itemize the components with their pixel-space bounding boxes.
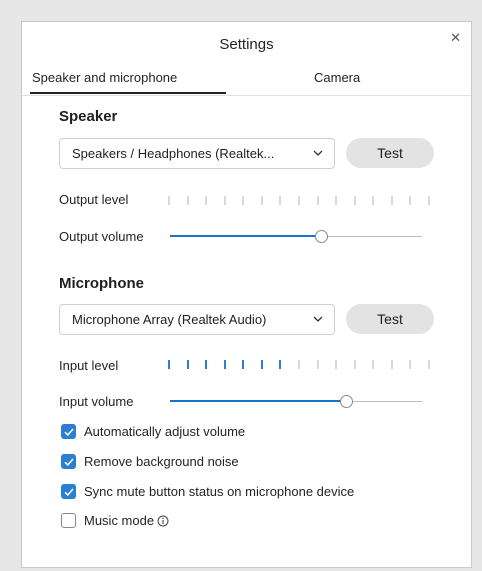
level-tick xyxy=(168,196,170,205)
settings-dialog: Settings ✕ Speaker and microphone Camera… xyxy=(21,21,472,568)
level-tick xyxy=(261,360,263,369)
checkbox-label: Remove background noise xyxy=(84,454,239,469)
level-tick xyxy=(372,360,374,369)
checkbox-label: Music mode xyxy=(84,513,169,528)
level-tick xyxy=(242,196,244,205)
checkmark-icon xyxy=(64,458,74,467)
level-tick xyxy=(409,360,411,369)
level-tick xyxy=(298,360,300,369)
level-tick xyxy=(279,196,281,205)
level-tick xyxy=(372,196,374,205)
output-volume-slider[interactable] xyxy=(170,230,422,244)
tab-speaker-and-microphone[interactable]: Speaker and microphone xyxy=(32,70,177,85)
chevron-down-icon xyxy=(313,316,323,322)
speaker-test-button[interactable]: Test xyxy=(346,138,434,168)
level-tick xyxy=(317,196,319,205)
microphone-device-select[interactable]: Microphone Array (Realtek Audio) xyxy=(59,304,335,335)
checkbox-box[interactable] xyxy=(61,424,76,439)
close-icon[interactable]: ✕ xyxy=(450,30,461,46)
level-tick xyxy=(391,196,393,205)
level-tick xyxy=(242,360,244,369)
checkbox-box[interactable] xyxy=(61,454,76,469)
level-tick xyxy=(317,360,319,369)
level-tick xyxy=(391,360,393,369)
checkbox-box[interactable] xyxy=(61,484,76,499)
level-tick xyxy=(354,360,356,369)
level-tick xyxy=(224,196,226,205)
level-tick xyxy=(224,360,226,369)
level-tick xyxy=(279,360,281,369)
input-volume-label: Input volume xyxy=(59,394,134,409)
microphone-test-button[interactable]: Test xyxy=(346,304,434,334)
tab-camera[interactable]: Camera xyxy=(314,70,360,85)
level-tick xyxy=(205,360,207,369)
level-tick xyxy=(298,196,300,205)
input-level-meter xyxy=(168,360,430,370)
info-icon[interactable] xyxy=(157,515,169,527)
dialog-title: Settings xyxy=(219,36,274,53)
slider-fill xyxy=(170,400,346,402)
checkmark-icon xyxy=(64,488,74,497)
slider-thumb[interactable] xyxy=(315,230,328,243)
microphone-section-title: Microphone xyxy=(59,275,144,292)
level-tick xyxy=(428,196,430,205)
level-tick xyxy=(205,196,207,205)
slider-thumb[interactable] xyxy=(340,395,353,408)
level-tick xyxy=(335,360,337,369)
level-tick xyxy=(187,196,189,205)
music-mode-label: Music mode xyxy=(84,513,155,528)
level-tick xyxy=(168,360,170,369)
level-tick xyxy=(354,196,356,205)
checkbox-label: Sync mute button status on microphone de… xyxy=(84,484,355,499)
level-tick xyxy=(187,360,189,369)
level-tick xyxy=(335,196,337,205)
speaker-section-title: Speaker xyxy=(59,108,118,125)
input-level-label: Input level xyxy=(59,358,119,373)
microphone-device-value: Microphone Array (Realtek Audio) xyxy=(72,312,267,327)
checkbox-box[interactable] xyxy=(61,513,76,528)
slider-fill xyxy=(170,235,321,237)
active-tab-indicator xyxy=(30,92,226,94)
level-tick xyxy=(261,196,263,205)
output-level-label: Output level xyxy=(59,192,129,207)
checkmark-icon xyxy=(64,428,74,437)
output-level-meter xyxy=(168,196,430,206)
speaker-device-select[interactable]: Speakers / Headphones (Realtek... xyxy=(59,138,335,169)
tab-bar: Speaker and microphone Camera xyxy=(22,67,471,96)
level-tick xyxy=(409,196,411,205)
output-volume-label: Output volume xyxy=(59,229,144,244)
checkbox-label: Automatically adjust volume xyxy=(84,424,246,439)
speaker-device-value: Speakers / Headphones (Realtek... xyxy=(72,146,275,161)
input-volume-slider[interactable] xyxy=(170,395,422,409)
level-tick xyxy=(428,360,430,369)
chevron-down-icon xyxy=(313,150,323,156)
